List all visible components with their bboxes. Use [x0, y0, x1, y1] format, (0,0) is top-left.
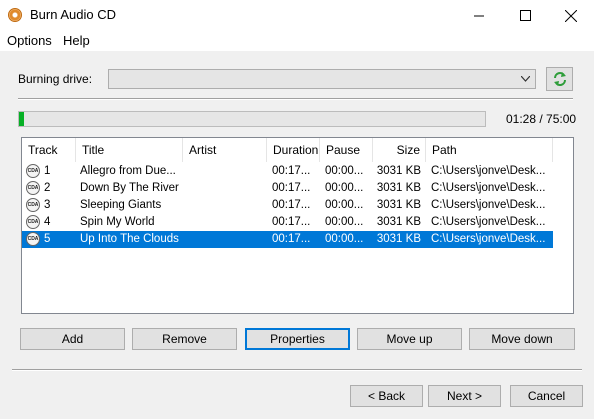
burning-drive-label: Burning drive:	[18, 72, 93, 86]
cancel-button[interactable]: Cancel	[510, 385, 583, 407]
maximize-icon	[519, 10, 531, 21]
cd-audio-track-icon: CDA	[26, 164, 40, 178]
track-artist	[187, 231, 267, 248]
track-pause: 00:00...	[325, 233, 364, 245]
properties-button[interactable]: Properties	[245, 328, 350, 350]
menu-help[interactable]: Help	[63, 33, 90, 48]
track-title: Allegro from Due...	[80, 165, 176, 177]
track-number: 3	[44, 199, 51, 211]
track-number: 5	[44, 233, 51, 245]
track-path: C:\Users\jonve\Desk...	[431, 199, 546, 211]
track-title: Sleeping Giants	[80, 199, 162, 211]
track-number: 4	[44, 216, 51, 228]
footer-separator	[12, 369, 582, 371]
track-artist	[187, 214, 267, 231]
minimize-button[interactable]	[456, 0, 502, 31]
cd-audio-track-icon: CDA	[26, 198, 40, 212]
track-duration: 00:17...	[272, 182, 311, 194]
cd-audio-track-icon: CDA	[26, 181, 40, 195]
move-up-button[interactable]: Move up	[357, 328, 462, 350]
track-duration: 00:17...	[272, 233, 311, 245]
chevron-down-icon	[521, 76, 530, 82]
table-row[interactable]: CDA 4 Spin My World 00:17... 00:00... 3031 KB…	[22, 214, 553, 231]
table-row[interactable]: CDA 2 Down By The River 00:17... 00:00... 303…	[22, 180, 553, 197]
capacity-time-label: 01:28 / 75:00	[506, 112, 577, 126]
separator	[18, 98, 573, 100]
column-header-track[interactable]: Track	[22, 138, 76, 162]
burning-drive-select[interactable]	[108, 69, 536, 89]
track-pause: 00:00...	[325, 182, 364, 194]
progress-fill	[19, 112, 25, 126]
capacity-progress-bar	[18, 111, 486, 127]
track-path: C:\Users\jonve\Desk...	[431, 182, 546, 194]
close-icon	[565, 9, 577, 22]
track-artist	[187, 180, 267, 197]
remove-button[interactable]: Remove	[132, 328, 237, 350]
refresh-drives-button[interactable]	[546, 67, 573, 91]
column-header-path[interactable]: Path	[426, 138, 553, 162]
track-duration: 00:17...	[272, 165, 311, 177]
track-duration: 00:17...	[272, 216, 311, 228]
column-header-size[interactable]: Size	[373, 138, 426, 162]
close-button[interactable]	[548, 0, 594, 31]
window-title: Burn Audio CD	[30, 7, 116, 22]
track-artist	[187, 197, 267, 214]
track-title: Spin My World	[80, 216, 155, 228]
refresh-icon	[553, 72, 566, 86]
move-down-button[interactable]: Move down	[469, 328, 575, 350]
track-pause: 00:00...	[325, 165, 364, 177]
track-size: 3031 KB	[376, 165, 421, 177]
menu-options[interactable]: Options	[7, 33, 52, 48]
column-header-artist[interactable]: Artist	[183, 138, 267, 162]
table-row[interactable]: CDA 1 Allegro from Due... 00:17... 00:00... 3…	[22, 163, 553, 180]
add-button[interactable]: Add	[20, 328, 125, 350]
track-title: Up Into The Clouds	[80, 233, 179, 245]
track-path: C:\Users\jonve\Desk...	[431, 165, 546, 177]
track-pause: 00:00...	[325, 199, 364, 211]
column-header-pause[interactable]: Pause	[320, 138, 373, 162]
track-duration: 00:17...	[272, 199, 311, 211]
track-pause: 00:00...	[325, 216, 364, 228]
back-button[interactable]: < Back	[350, 385, 423, 407]
track-artist	[187, 163, 267, 180]
minimize-icon	[473, 15, 484, 17]
track-number: 1	[44, 165, 51, 177]
track-size: 3031 KB	[376, 216, 421, 228]
track-path: C:\Users\jonve\Desk...	[431, 216, 546, 228]
cd-audio-track-icon: CDA	[26, 215, 40, 229]
column-header-title[interactable]: Title	[76, 138, 183, 162]
column-header-duration[interactable]: Duration	[267, 138, 320, 162]
track-size: 3031 KB	[376, 182, 421, 194]
track-title: Down By The River	[80, 182, 179, 194]
cd-audio-track-icon: CDA	[26, 232, 40, 246]
track-number: 2	[44, 182, 51, 194]
track-size: 3031 KB	[376, 199, 421, 211]
track-path: C:\Users\jonve\Desk...	[431, 233, 546, 245]
next-button[interactable]: Next >	[428, 385, 501, 407]
cd-app-icon	[8, 8, 22, 22]
table-row[interactable]: CDA 5 Up Into The Clouds 00:17... 00:00... 30…	[22, 231, 553, 248]
track-size: 3031 KB	[376, 233, 421, 245]
track-list[interactable]: Track Title Artist Duration Pause Size P…	[21, 137, 574, 314]
table-row[interactable]: CDA 3 Sleeping Giants 00:17... 00:00... 3031 …	[22, 197, 553, 214]
maximize-button[interactable]	[502, 0, 548, 31]
